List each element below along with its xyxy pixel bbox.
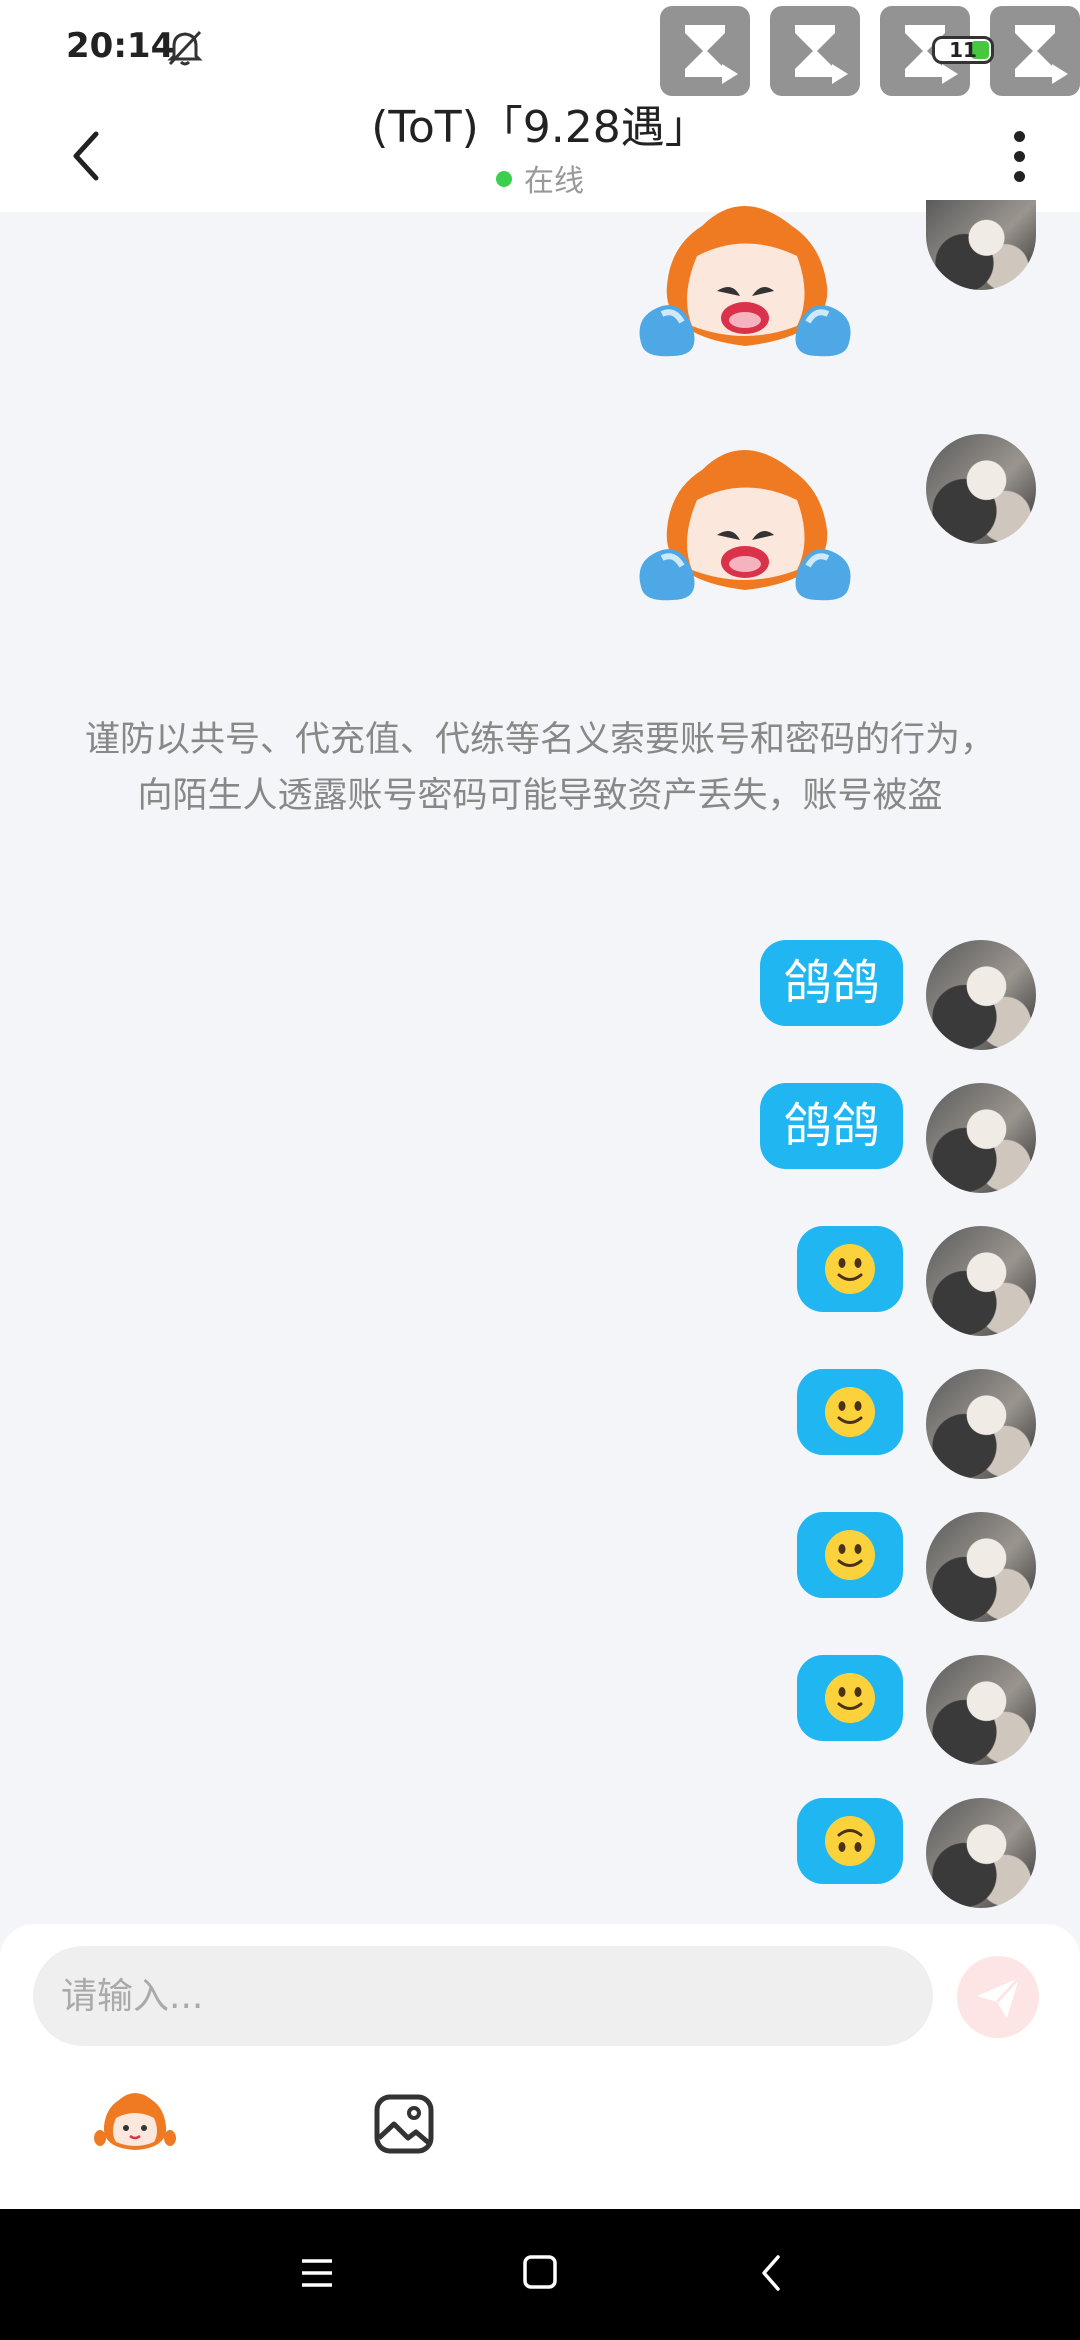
send-button[interactable] [957, 1956, 1039, 2038]
avatar[interactable] [926, 1798, 1036, 1908]
image-icon[interactable] [372, 2092, 436, 2156]
crying-mascot-sticker[interactable] [622, 196, 868, 376]
bell-muted-icon [167, 30, 203, 66]
status-time: 20:14 [66, 26, 175, 66]
avatar[interactable] [926, 940, 1036, 1050]
message-bubble[interactable] [797, 1369, 903, 1455]
message-bubble[interactable] [797, 1512, 903, 1598]
more-vertical-icon[interactable] [1000, 118, 1040, 194]
hourglass-tile-icon[interactable] [990, 6, 1080, 96]
message-bubble[interactable]: 鸽鸽 [760, 1083, 903, 1169]
avatar[interactable] [926, 1512, 1036, 1622]
message-bubble[interactable]: 鸽鸽 [760, 940, 903, 1026]
mascot-sticker-icon[interactable] [94, 2088, 176, 2158]
avatar[interactable] [926, 1226, 1036, 1336]
menu-icon[interactable] [300, 2251, 334, 2295]
avatar[interactable] [926, 434, 1036, 544]
message-bubble[interactable] [797, 1798, 903, 1884]
slightly-smiling-face-emoji [825, 1530, 875, 1580]
chat-title: (ToT)「9.28遇」 [371, 102, 709, 153]
crying-mascot-sticker[interactable] [622, 440, 868, 620]
avatar[interactable] [926, 1083, 1036, 1193]
message-bubble[interactable] [797, 1655, 903, 1741]
battery-level: 11 [949, 38, 977, 62]
home-icon[interactable] [522, 2251, 558, 2295]
online-status: 在线 [0, 156, 1080, 200]
send-icon [977, 1976, 1021, 2018]
slightly-smiling-face-emoji [825, 1244, 875, 1294]
avatar[interactable] [926, 1369, 1036, 1479]
hourglass-tile-icon[interactable] [770, 6, 860, 96]
upside-down-face-emoji [825, 1816, 875, 1866]
message-input[interactable] [33, 1946, 933, 2046]
back-icon[interactable] [756, 2251, 786, 2295]
status-bar: 20:14 11 [0, 0, 1080, 100]
security-notice: 谨防以共号、代充值、代练等名义索要账号和密码的行为，向陌生人透露账号密码可能导致… [84, 720, 995, 816]
slightly-smiling-face-emoji [825, 1673, 875, 1723]
avatar[interactable] [926, 1655, 1036, 1765]
chat-header: (ToT)「9.28遇」 在线 [0, 100, 1080, 212]
system-nav-bar [0, 2209, 1080, 2340]
battery-icon: 11 [932, 36, 994, 64]
avatar[interactable] [926, 200, 1036, 290]
composer [0, 1924, 1080, 2209]
hourglass-tile-icon[interactable] [660, 6, 750, 96]
slightly-smiling-face-emoji [825, 1387, 875, 1437]
online-dot [496, 171, 512, 187]
message-bubble[interactable] [797, 1226, 903, 1312]
online-status-label: 在线 [524, 164, 584, 199]
